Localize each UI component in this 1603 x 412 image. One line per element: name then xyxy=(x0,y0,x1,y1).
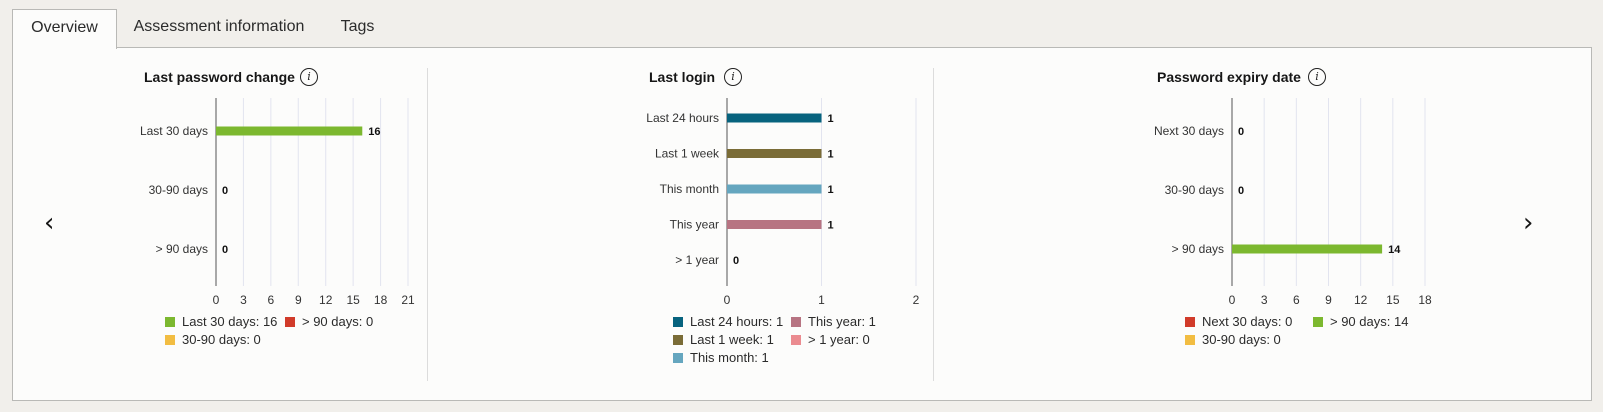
x-tick-label: 15 xyxy=(346,293,360,307)
category-label: Last 1 week xyxy=(655,147,720,161)
legend-label: Last 30 days: 16 xyxy=(182,314,278,329)
overview-panel: ‹ › Last password change i 0 3 6 9 12 15 18 21 L… xyxy=(12,47,1592,401)
bar xyxy=(1232,244,1383,254)
legend-swatch xyxy=(165,335,175,345)
carousel-next-button[interactable]: › xyxy=(1523,210,1533,236)
carousel-prev-button[interactable]: ‹ xyxy=(44,210,54,236)
legend-item[interactable]: 30-90 days: 0 xyxy=(1185,332,1281,347)
info-icon[interactable]: i xyxy=(724,68,742,86)
x-tick-label: 15 xyxy=(1386,293,1400,307)
x-tick-label: 12 xyxy=(319,293,333,307)
legend-label: This year: 1 xyxy=(808,314,876,329)
chart-title: Last password change xyxy=(144,69,295,85)
legend-label: This month: 1 xyxy=(690,350,769,365)
category-label: Next 30 days xyxy=(1154,124,1224,138)
chart-title: Password expiry date xyxy=(1157,69,1301,85)
legend-label: 30-90 days: 0 xyxy=(182,332,261,347)
chart-title: Last login xyxy=(649,69,716,85)
legend-item[interactable]: This year: 1 xyxy=(791,314,876,329)
bar-chart: 0 3 6 9 12 15 18 21 Last 30 days 16 30-90 days 0 > 9… xyxy=(140,98,415,307)
legend-item[interactable]: Last 1 week: 1 xyxy=(673,332,774,347)
legend-item[interactable]: Next 30 days: 0 xyxy=(1185,314,1292,329)
data-label: 1 xyxy=(828,149,834,161)
category-label: > 90 days xyxy=(156,242,208,256)
data-label: 0 xyxy=(733,255,739,267)
category-label: This year xyxy=(670,218,719,232)
legend-label: > 1 year: 0 xyxy=(808,332,870,347)
data-label: 1 xyxy=(828,113,834,125)
legend-item[interactable]: 30-90 days: 0 xyxy=(165,332,261,347)
legend-label: > 90 days: 0 xyxy=(302,314,374,329)
legend-label: > 90 days: 14 xyxy=(1330,314,1409,329)
category-label: 30-90 days xyxy=(1165,183,1224,197)
legend-swatch xyxy=(1313,317,1323,327)
data-label: 1 xyxy=(828,184,834,196)
x-tick-label: 18 xyxy=(374,293,388,307)
legend-item[interactable]: > 1 year: 0 xyxy=(791,332,870,347)
tab-overview[interactable]: Overview xyxy=(12,9,117,49)
category-label: > 90 days xyxy=(1172,242,1224,256)
legend-label: Next 30 days: 0 xyxy=(1202,314,1293,329)
bar-chart: 0 3 6 9 12 15 18 Next 30 days 0 30-90 days 0 > 90 d… xyxy=(1154,98,1432,307)
legend-swatch xyxy=(1185,317,1195,327)
category-label: Last 30 days xyxy=(140,124,208,138)
legend-swatch xyxy=(285,317,295,327)
x-tick-label: 21 xyxy=(401,293,415,307)
x-tick-label: 1 xyxy=(818,293,825,307)
bar-chart: 0 1 2 Last 24 hours 1 Last 1 week 1 This month 1… xyxy=(646,98,920,307)
data-label: 0 xyxy=(222,244,228,256)
x-tick-label: 0 xyxy=(1229,293,1236,307)
data-label: 0 xyxy=(1238,185,1244,197)
x-tick-label: 0 xyxy=(724,293,731,307)
data-label: 0 xyxy=(1238,126,1244,138)
tab-tags[interactable]: Tags xyxy=(330,9,385,47)
data-label: 0 xyxy=(222,185,228,197)
x-tick-label: 12 xyxy=(1354,293,1368,307)
legend-swatch xyxy=(165,317,175,327)
legend-swatch xyxy=(791,317,801,327)
data-label: 14 xyxy=(1388,244,1401,256)
x-tick-label: 3 xyxy=(240,293,247,307)
bar xyxy=(727,149,822,158)
category-label: This month xyxy=(660,182,719,196)
x-tick-label: 0 xyxy=(213,293,220,307)
legend-item[interactable]: Last 24 hours: 1 xyxy=(673,314,783,329)
legend-swatch xyxy=(791,335,801,345)
tab-assessment-information[interactable]: Assessment information xyxy=(124,9,314,47)
legend-swatch xyxy=(1185,335,1195,345)
x-tick-label: 2 xyxy=(913,293,920,307)
category-label: 30-90 days xyxy=(149,183,208,197)
legend-label: 30-90 days: 0 xyxy=(1202,332,1281,347)
bar xyxy=(727,184,822,194)
bar xyxy=(216,126,363,136)
info-icon[interactable]: i xyxy=(1308,68,1326,86)
bar xyxy=(727,220,822,229)
legend-swatch xyxy=(673,353,683,363)
legend-label: Last 24 hours: 1 xyxy=(690,314,784,329)
x-tick-label: 6 xyxy=(1293,293,1300,307)
legend-swatch xyxy=(673,335,683,345)
legend-item[interactable]: This month: 1 xyxy=(673,350,769,365)
legend-swatch xyxy=(673,317,683,327)
x-tick-label: 9 xyxy=(295,293,302,307)
info-icon[interactable]: i xyxy=(300,68,318,86)
data-label: 16 xyxy=(368,126,380,138)
legend-item[interactable]: > 90 days: 0 xyxy=(285,314,373,329)
category-label: Last 24 hours xyxy=(646,111,719,125)
legend-item[interactable]: > 90 days: 14 xyxy=(1313,314,1408,329)
legend-label: Last 1 week: 1 xyxy=(690,332,774,347)
x-tick-label: 3 xyxy=(1261,293,1268,307)
bar xyxy=(727,113,822,123)
legend-item[interactable]: Last 30 days: 16 xyxy=(165,314,277,329)
category-label: > 1 year xyxy=(675,253,719,267)
x-tick-label: 9 xyxy=(1325,293,1332,307)
x-tick-label: 18 xyxy=(1418,293,1432,307)
x-tick-label: 6 xyxy=(268,293,275,307)
data-label: 1 xyxy=(828,220,834,232)
